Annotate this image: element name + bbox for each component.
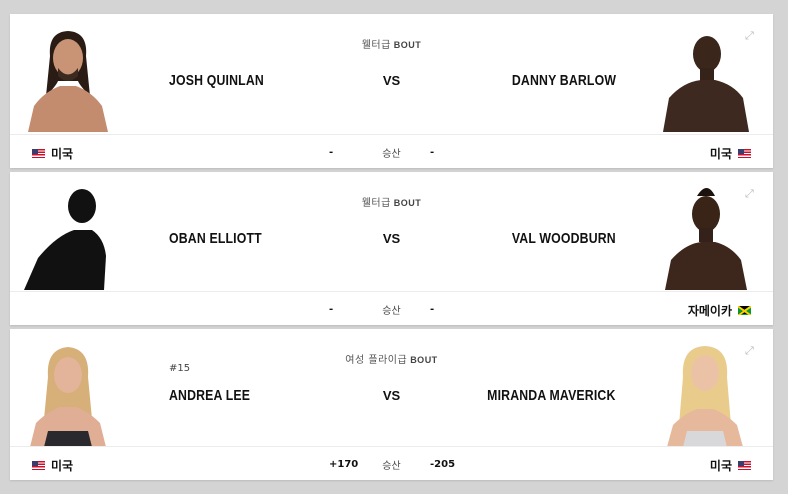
bout-card[interactable]: 여성 플라이급 BOUT #15 ANDREA LEE VS MIRANDA MA… bbox=[10, 329, 773, 480]
bout-footer: - 승산 - 자메이카 bbox=[10, 291, 773, 325]
result-label: 승산 bbox=[382, 461, 401, 472]
bout-card[interactable]: 웰터급 BOUT OBAN ELLIOTT VS VAL WOODBURN ⤢ … bbox=[10, 172, 773, 325]
bout-footer: 미국 - 승산 - 미국 bbox=[10, 134, 773, 168]
fighter-country-right: 미국 bbox=[710, 145, 751, 162]
us-flag-icon bbox=[738, 461, 751, 470]
fighter-photo-right[interactable] bbox=[657, 341, 753, 447]
fighter-photo-right[interactable] bbox=[657, 184, 753, 290]
bout-card[interactable]: 웰터급 BOUT JOSH QUINLAN VS DANNY BARLOW ⤢ … bbox=[10, 14, 773, 168]
odds-right: - bbox=[430, 147, 435, 158]
result-label: 승산 bbox=[382, 306, 401, 317]
odds-right: - bbox=[430, 304, 435, 315]
bout-header: 여성 플라이급 BOUT #15 ANDREA LEE VS MIRANDA MA… bbox=[10, 329, 773, 447]
bout-footer: 미국 +170 승산 -205 미국 bbox=[10, 446, 773, 480]
jamaica-flag-icon bbox=[738, 306, 751, 315]
fighter-country-right: 미국 bbox=[710, 457, 751, 474]
fighter-name-right[interactable]: DANNY BARLOW bbox=[512, 72, 616, 89]
fight-card-list: 웰터급 BOUT JOSH QUINLAN VS DANNY BARLOW ⤢ … bbox=[10, 14, 773, 484]
expand-icon[interactable]: ⤢ bbox=[745, 30, 757, 42]
bout-header: 웰터급 BOUT OBAN ELLIOTT VS VAL WOODBURN ⤢ bbox=[10, 172, 773, 290]
expand-icon[interactable]: ⤢ bbox=[745, 345, 757, 357]
bout-header: 웰터급 BOUT JOSH QUINLAN VS DANNY BARLOW ⤢ bbox=[10, 14, 773, 132]
us-flag-icon bbox=[738, 149, 751, 158]
fighter-country-right: 자메이카 bbox=[688, 302, 751, 319]
expand-icon[interactable]: ⤢ bbox=[745, 188, 757, 200]
fighter-name-right[interactable]: MIRANDA MAVERICK bbox=[488, 387, 616, 404]
fighter-rank-left: #15 bbox=[169, 363, 191, 374]
fighter-name-right[interactable]: VAL WOODBURN bbox=[512, 230, 616, 247]
odds-right: -205 bbox=[430, 459, 456, 470]
result-label: 승산 bbox=[382, 149, 401, 160]
fighter-photo-right[interactable] bbox=[657, 26, 753, 132]
